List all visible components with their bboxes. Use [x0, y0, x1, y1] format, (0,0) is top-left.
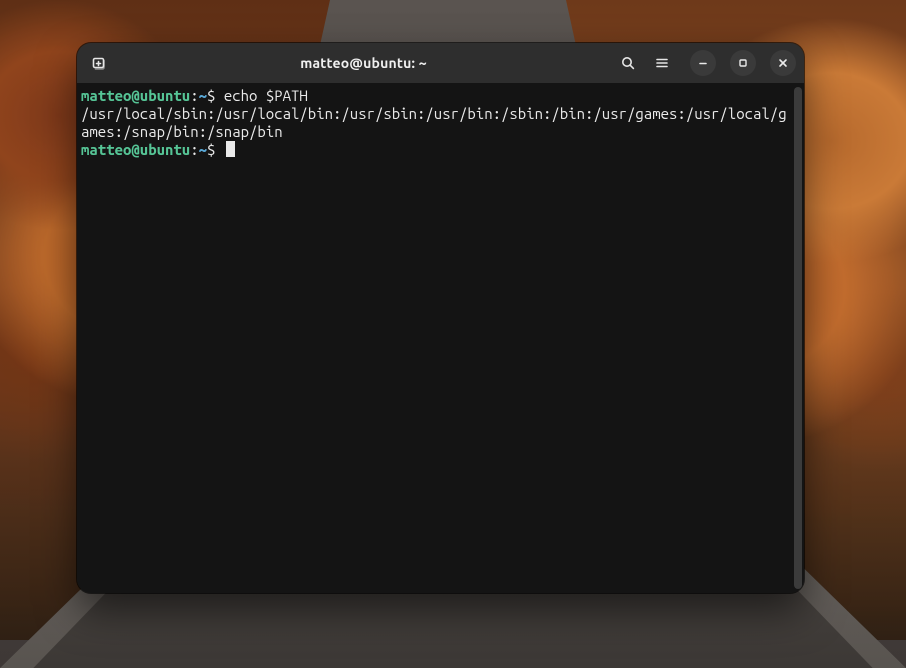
terminal-line: matteo@ubuntu:~$ — [81, 141, 792, 159]
hamburger-menu-icon — [654, 55, 670, 71]
terminal-output: /usr/local/sbin:/usr/local/bin:/usr/sbin… — [81, 105, 787, 140]
terminal-content[interactable]: matteo@ubuntu:~$ echo $PATH/usr/local/sb… — [81, 87, 792, 159]
search-button[interactable] — [614, 49, 642, 77]
titlebar[interactable]: matteo@ubuntu: ~ — [77, 43, 804, 83]
maximize-button[interactable] — [730, 50, 756, 76]
menu-button[interactable] — [648, 49, 676, 77]
prompt-path: ~ — [199, 141, 207, 158]
terminal-line: matteo@ubuntu:~$ echo $PATH — [81, 87, 792, 105]
new-tab-button[interactable] — [85, 49, 113, 77]
prompt-separator: : — [190, 87, 198, 104]
close-icon — [777, 57, 789, 69]
minimize-button[interactable] — [690, 50, 716, 76]
terminal-line: /usr/local/sbin:/usr/local/bin:/usr/sbin… — [81, 105, 792, 141]
terminal-command: echo $PATH — [224, 87, 308, 104]
scrollbar-thumb[interactable] — [794, 87, 802, 589]
terminal-body[interactable]: matteo@ubuntu:~$ echo $PATH/usr/local/sb… — [77, 83, 804, 593]
scrollbar-track[interactable] — [794, 87, 802, 589]
prompt-user-host: matteo@ubuntu — [81, 87, 190, 104]
search-icon — [620, 55, 636, 71]
desktop-wallpaper: matteo@ubuntu: ~ — [0, 0, 906, 668]
window-title: matteo@ubuntu: ~ — [119, 55, 608, 71]
prompt-separator: : — [190, 141, 198, 158]
prompt-symbol: $ — [207, 141, 224, 158]
terminal-scroll[interactable]: matteo@ubuntu:~$ echo $PATH/usr/local/sb… — [81, 87, 798, 587]
minimize-icon — [697, 57, 709, 69]
prompt-user-host: matteo@ubuntu — [81, 141, 190, 158]
new-tab-icon — [91, 55, 107, 71]
terminal-window: matteo@ubuntu: ~ — [77, 43, 804, 593]
close-button[interactable] — [770, 50, 796, 76]
prompt-path: ~ — [199, 87, 207, 104]
maximize-icon — [737, 57, 749, 69]
cursor — [226, 141, 235, 157]
prompt-symbol: $ — [207, 87, 224, 104]
